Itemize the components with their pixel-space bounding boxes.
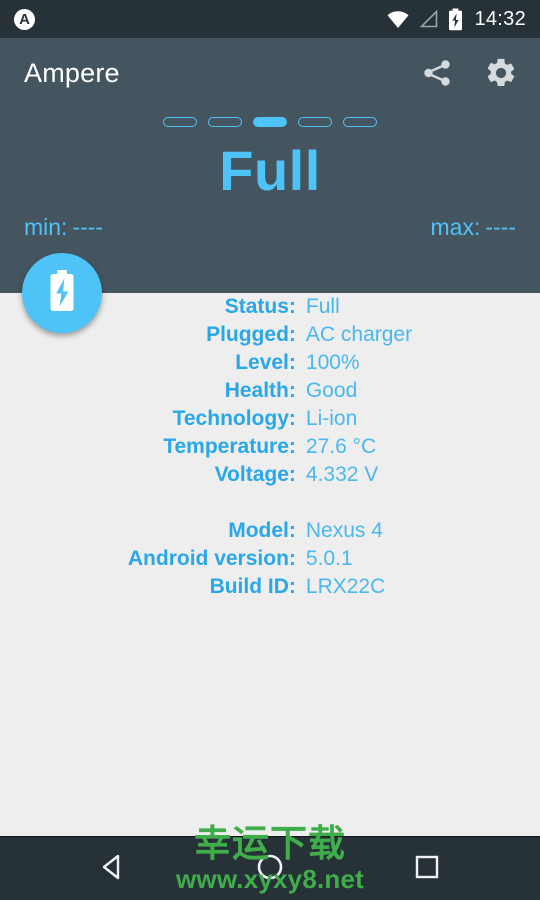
app-bar: Ampere [0,38,540,108]
row-value: 4.332 V [305,463,379,486]
page-dot-1[interactable] [208,117,242,127]
phone-screen: A 14:32 Ampere Full min: ---- max: ---- … [0,0,540,900]
page-indicator[interactable] [0,114,540,130]
row-value: LRX22C [305,575,386,598]
max-reading: max: ---- [431,214,516,241]
recents-button[interactable] [382,837,472,900]
app-bar-actions [420,56,518,90]
max-value: ---- [485,214,516,240]
back-button[interactable] [68,837,158,900]
min-label: min: [24,214,68,240]
measure-fab-button[interactable] [22,253,102,333]
row-value: 100% [305,351,360,374]
row-label: Health: [224,379,296,402]
row-label: Model: [228,519,296,542]
table-row: Health: Good [128,377,412,405]
table-row: Voltage: 4.332 V [128,461,412,489]
status-bar-notifications: A [14,8,35,30]
row-label: Build ID: [209,575,296,598]
share-icon[interactable] [420,56,454,90]
battery-info-body: Status: Full Plugged: AC charger Level: … [128,293,412,601]
info-panel: Status: Full Plugged: AC charger Level: … [0,293,540,836]
table-row: Model: Nexus 4 [128,517,412,545]
cell-signal-icon [419,9,439,29]
status-bar: A 14:32 [0,0,540,38]
table-row: Temperature: 27.6 °C [128,433,412,461]
page-dot-2[interactable] [253,117,287,127]
table-spacer [128,489,412,517]
table-row: Status: Full [128,293,412,321]
status-bar-system-icons: 14:32 [386,8,526,31]
row-value: 27.6 °C [305,435,377,458]
home-circle-icon [254,851,286,888]
row-label: Temperature: [163,435,296,458]
app-header: Ampere Full min: ---- max: ---- [0,38,540,293]
battery-charging-icon [47,269,77,318]
row-value: 5.0.1 [305,547,353,570]
gear-icon[interactable] [484,56,518,90]
page-dot-0[interactable] [163,117,197,127]
table-row: Build ID: LRX22C [128,573,412,601]
back-triangle-icon [97,851,129,888]
current-reading: Full [219,139,321,202]
table-row: Android version: 5.0.1 [128,545,412,573]
row-value: Good [305,379,358,402]
row-value: Li-ion [305,407,358,430]
status-bar-clock: 14:32 [474,7,526,30]
max-label: max: [430,214,481,240]
row-label: Level: [235,351,296,374]
page-title: Ampere [24,57,120,88]
row-label: Android version: [127,547,296,570]
row-label: Status: [224,295,296,318]
system-navigation-bar [0,836,540,900]
table-row: Level: 100% [128,349,412,377]
row-label: Plugged: [206,323,296,346]
row-value: Nexus 4 [305,519,383,542]
app-notification-icon: A [14,8,35,30]
row-value: Full [305,295,340,318]
row-label: Voltage: [214,463,296,486]
row-value: AC charger [305,323,413,346]
recents-square-icon [411,851,443,888]
min-reading: min: ---- [24,214,103,241]
wifi-icon [386,9,410,29]
home-button[interactable] [225,837,315,900]
min-value: ---- [72,214,104,240]
battery-charging-icon [448,8,463,31]
page-dot-4[interactable] [343,117,377,127]
row-label: Technology: [172,407,296,430]
min-max-row: min: ---- max: ---- [0,214,540,241]
page-dot-3[interactable] [298,117,332,127]
battery-info-table: Status: Full Plugged: AC charger Level: … [128,293,412,601]
table-row: Plugged: AC charger [128,321,412,349]
table-row: Technology: Li-ion [128,405,412,433]
